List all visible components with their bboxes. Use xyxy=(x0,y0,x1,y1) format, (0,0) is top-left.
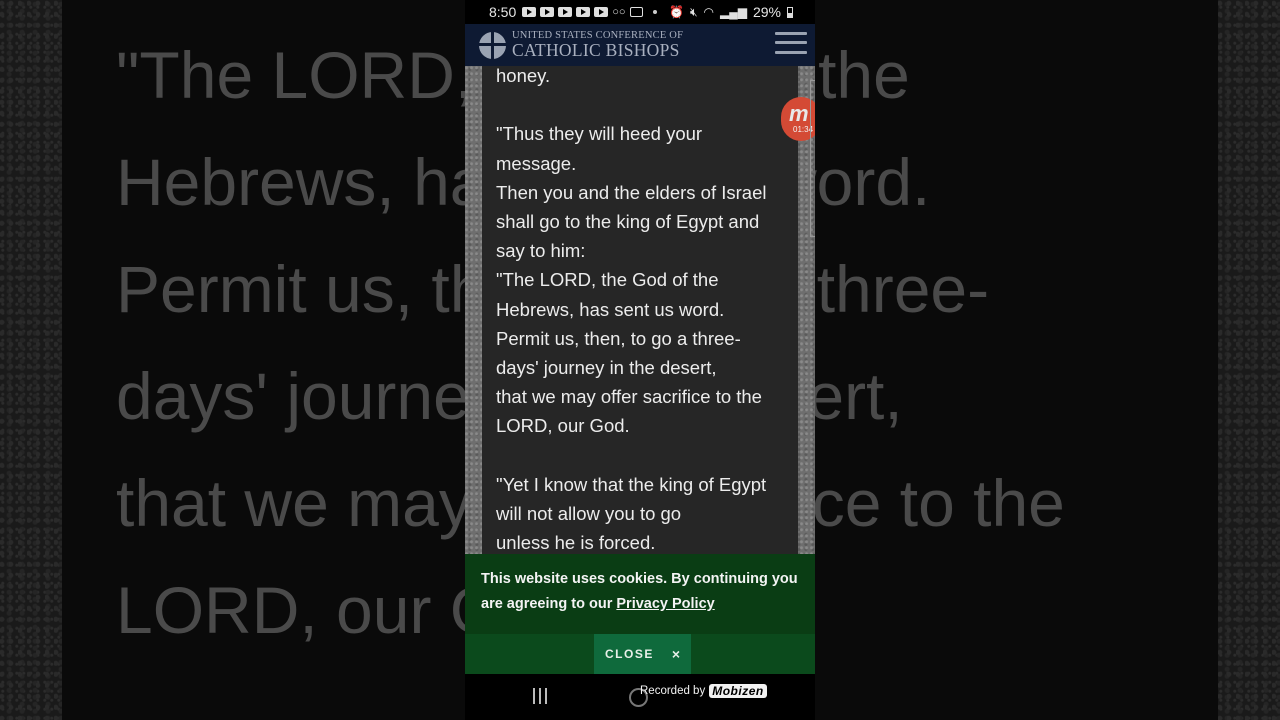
voicemail-icon: ○○ xyxy=(612,6,626,18)
privacy-policy-link[interactable]: Privacy Policy xyxy=(616,596,714,612)
message-icon xyxy=(629,7,643,17)
article-line: message. xyxy=(496,152,577,174)
article-line: "The LORD, the God of the xyxy=(496,269,719,291)
article-line: "Yet I know that the king of Egypt xyxy=(496,473,767,495)
more-notifications-dot xyxy=(652,10,657,14)
signal-icon: ▂▄▆ xyxy=(720,5,747,19)
recording-watermark: Recorded by Mobizen xyxy=(640,684,767,698)
cookie-button-row: CLOSE × xyxy=(465,634,815,674)
phone-screen: 8:50 ○○ ⏰ 🔇︎ ◠ ▂▄▆ 29% UNITED STATES CON… xyxy=(465,0,815,720)
youtube-icon xyxy=(540,7,555,17)
mobizen-logo-icon: m xyxy=(789,101,809,126)
status-bar: 8:50 ○○ ⏰ 🔇︎ ◠ ▂▄▆ 29% xyxy=(465,0,815,24)
logo-line-2: CATHOLIC BISHOPS xyxy=(512,40,680,60)
hamburger-menu-icon[interactable] xyxy=(775,29,807,57)
watermark-brand: Mobizen xyxy=(709,684,767,698)
article-text: honey. "Thus they will heed your message. T… xyxy=(496,66,791,554)
youtube-icon xyxy=(558,7,573,17)
youtube-icon xyxy=(576,7,591,17)
article-line: will not allow you to go xyxy=(496,502,682,524)
article-line: days' journey in the desert, xyxy=(496,356,717,378)
article-line: that we may offer sacrifice to the xyxy=(496,386,762,408)
background-texture-left xyxy=(0,0,62,720)
mute-icon: 🔇︎ xyxy=(689,4,698,19)
usccb-logo-icon[interactable] xyxy=(479,31,506,59)
article-line: Then you and the elders of Israel xyxy=(496,181,767,203)
article-line: Permit us, then, to go a three- xyxy=(496,327,741,349)
article-line: say to him: xyxy=(496,240,586,262)
alarm-icon: ⏰ xyxy=(669,5,684,19)
content-area: honey. "Thus they will heed your message. T… xyxy=(465,66,815,554)
article-line: unless he is forced. xyxy=(496,532,656,553)
youtube-icon xyxy=(594,7,609,17)
status-right: ⏰ 🔇︎ ◠ ▂▄▆ 29% xyxy=(669,4,793,20)
cookie-banner: This website uses cookies. By continuing… xyxy=(465,554,815,674)
edge-panel-handle[interactable] xyxy=(810,80,815,237)
battery-percent: 29% xyxy=(752,4,781,20)
close-cookie-button[interactable]: CLOSE × xyxy=(594,634,691,674)
notification-icons: ○○ xyxy=(522,6,657,18)
android-nav-bar: Recorded by Mobizen xyxy=(465,674,815,720)
wifi-icon: ◠ xyxy=(703,5,714,19)
status-time: 8:50 xyxy=(489,4,517,20)
app-bar: UNITED STATES CONFERENCE OF CATHOLIC BIS… xyxy=(465,24,815,67)
cookie-message: This website uses cookies. By continuing… xyxy=(481,571,798,612)
watermark-prefix: Recorded by xyxy=(640,685,706,697)
article-line: LORD, our God. xyxy=(496,415,630,437)
article-line: honey. xyxy=(496,66,551,86)
recents-button[interactable] xyxy=(533,688,547,704)
close-label: CLOSE xyxy=(604,647,654,661)
article-line: shall go to the king of Egypt and xyxy=(496,210,760,232)
background-texture-right xyxy=(1218,0,1280,720)
battery-icon xyxy=(787,6,793,18)
site-logo[interactable]: UNITED STATES CONFERENCE OF CATHOLIC BIS… xyxy=(512,30,683,60)
article-line: "Thus they will heed your xyxy=(496,123,703,145)
article-line: Hebrews, has sent us word. xyxy=(496,298,725,320)
close-icon: × xyxy=(671,646,681,662)
reading-article: honey. "Thus they will heed your message. T… xyxy=(482,66,798,554)
youtube-icon xyxy=(522,7,537,17)
